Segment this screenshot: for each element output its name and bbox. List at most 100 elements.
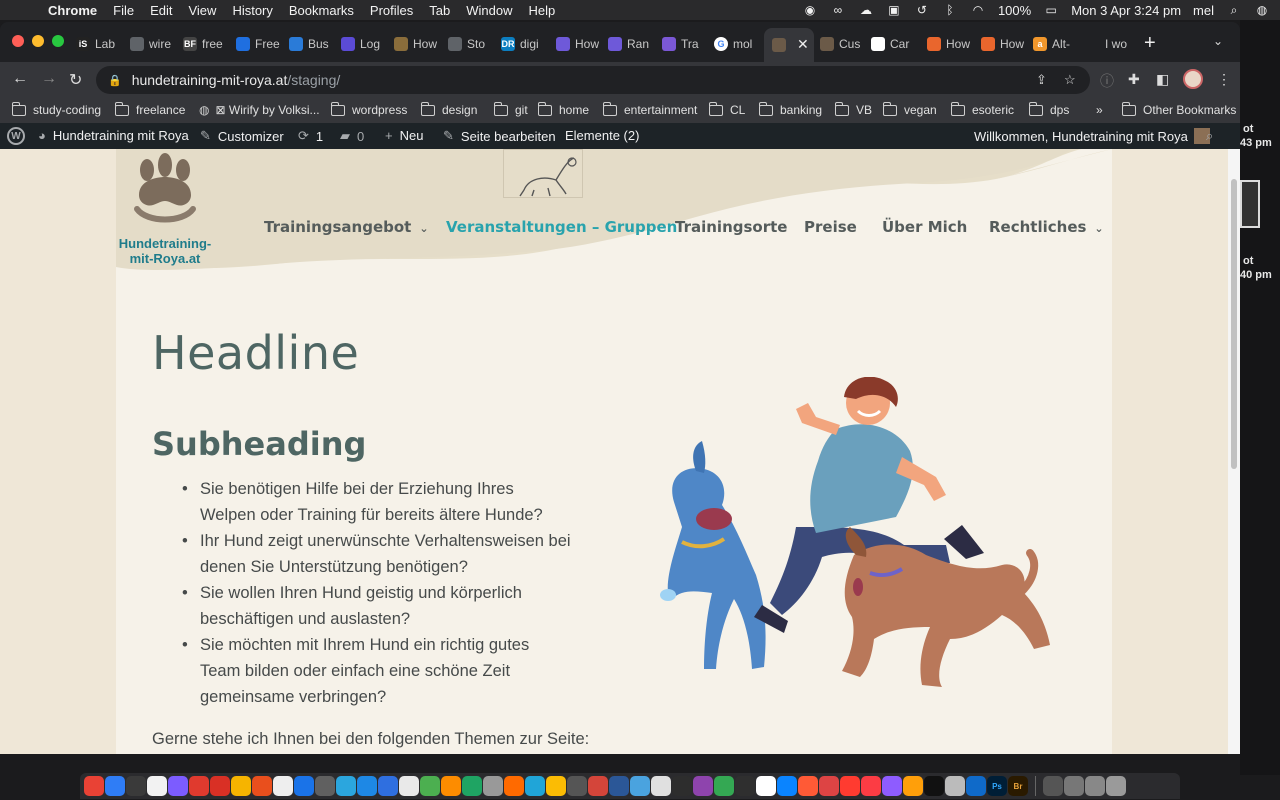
creative-cloud-icon[interactable]: ∞ [830,3,846,17]
dock-app-icon[interactable] [483,776,503,796]
admin-customizer-link[interactable]: ✎ Customizer [200,128,284,144]
dock-app-icon[interactable] [273,776,293,796]
dock-app-icon[interactable] [840,776,860,796]
browser-tab[interactable]: How [927,30,973,58]
menu-tab[interactable]: Tab [429,3,450,18]
siri-icon[interactable]: ◍ [1254,3,1270,17]
dock-app-icon[interactable] [924,776,944,796]
dock-app-icon[interactable] [651,776,671,796]
menu-history[interactable]: History [232,3,272,18]
share-icon[interactable]: ⇪ [1036,72,1047,88]
menu-app-chrome[interactable]: Chrome [48,3,97,18]
battery-icon[interactable]: ▭ [1043,3,1059,17]
browser-tab[interactable]: BF free [183,30,229,58]
dock-app-icon[interactable] [525,776,545,796]
admin-account-link[interactable]: Willkommen, Hundetraining mit Roya [974,128,1210,144]
scrollbar-thumb[interactable] [1231,179,1237,469]
status-circle-icon[interactable]: ◉ [802,3,818,17]
admin-edit-page-link[interactable]: ✎ Seite bearbeiten [443,128,556,144]
bridge-icon[interactable]: Br [1008,776,1028,796]
dock-app-icon[interactable] [294,776,314,796]
address-bar[interactable]: 🔒 hundetraining-mit-roya.at/staging/ [96,66,1090,94]
browser-tab[interactable]: Cus [820,30,866,58]
browser-tab[interactable]: How [981,30,1027,58]
spotlight-search-icon[interactable]: ⌕ [1226,3,1242,17]
dock-app-icon[interactable] [567,776,587,796]
nav-ueber-mich[interactable]: Über Mich [882,218,967,236]
admin-comments-link[interactable]: ▰ 0 [340,128,364,144]
tab-search-chevron-icon[interactable]: ⌄ [1213,34,1223,48]
browser-tab[interactable]: Sto [448,30,494,58]
user-name[interactable]: mel [1193,3,1214,18]
back-arrow-icon[interactable]: ← [12,70,28,88]
bookmark-folder[interactable]: banking [759,101,822,117]
logo-text-line2[interactable]: mit-Roya.at [116,251,214,266]
dock-app-icon[interactable] [735,776,755,796]
dock-app-icon[interactable] [189,776,209,796]
bookmark-folder[interactable]: wordpress [331,101,407,117]
bookmark-folder[interactable]: esoteric [951,101,1014,117]
nav-rechtliches[interactable]: Rechtliches ⌄ [989,218,1104,236]
admin-site-link[interactable]: ◕ Hundetraining mit Roya [38,128,189,143]
dock-app-icon[interactable] [357,776,377,796]
dock-folder-icon[interactable] [1085,776,1105,796]
bookmark-folder[interactable]: home [538,101,589,117]
bookmark-link[interactable]: ◍ ⊠ Wirify by Volksi... [199,103,320,117]
browser-tab[interactable]: DR digi [501,30,547,58]
bookmark-star-icon[interactable]: ☆ [1064,72,1076,88]
dock-app-icon[interactable] [819,776,839,796]
desktop-screenshot-thumbnail[interactable] [1240,180,1260,228]
other-bookmarks-folder[interactable]: Other Bookmarks [1122,101,1236,117]
page-scrollbar[interactable] [1228,149,1240,754]
menu-help[interactable]: Help [529,3,556,18]
profile-avatar[interactable] [1183,69,1203,89]
bookmark-folder[interactable]: CL [709,101,745,117]
browser-tab[interactable]: How [556,30,602,58]
more-bookmarks-chevron[interactable]: » [1096,103,1103,117]
bookmark-folder[interactable]: dps [1029,101,1069,117]
extensions-puzzle-icon[interactable]: ✚ [1128,71,1140,88]
dock-app-icon[interactable] [693,776,713,796]
chevron-down-icon[interactable]: ⌄ [419,222,428,235]
dock-app-icon[interactable] [252,776,272,796]
dock-app-icon[interactable] [903,776,923,796]
nav-veranstaltungen-gruppen[interactable]: Veranstaltungen – Gruppen [446,218,677,236]
browser-tab[interactable]: Bus [289,30,335,58]
dock-app-icon[interactable] [105,776,125,796]
dock-app-icon[interactable] [231,776,251,796]
new-tab-button[interactable]: + [1144,32,1156,55]
menu-view[interactable]: View [188,3,216,18]
minimize-window-button[interactable] [32,35,44,47]
nav-preise[interactable]: Preise [804,218,857,236]
dock-app-icon[interactable] [420,776,440,796]
dock-app-icon[interactable] [210,776,230,796]
side-panel-icon[interactable]: ◧ [1156,71,1169,88]
dock-app-icon[interactable] [777,776,797,796]
time-machine-icon[interactable]: ↺ [914,3,930,17]
admin-search-icon[interactable]: ⌕ [1206,128,1213,144]
dock-app-icon[interactable] [966,776,986,796]
cloud-icon[interactable]: ☁ [858,3,874,17]
dock-app-icon[interactable] [441,776,461,796]
dock-folder-icon[interactable] [1064,776,1084,796]
bookmark-folder[interactable]: study-coding [12,101,101,117]
dock-app-icon[interactable] [546,776,566,796]
forward-arrow-icon[interactable]: → [41,70,57,88]
dock-app-icon[interactable] [756,776,776,796]
clock[interactable]: Mon 3 Apr 3:24 pm [1071,3,1181,18]
admin-updates-link[interactable]: ⟳ 1 [298,128,323,144]
dock-app-icon[interactable] [630,776,650,796]
dock-app-icon[interactable] [399,776,419,796]
wordpress-logo-icon[interactable]: W [7,127,25,145]
dock-app-icon[interactable] [168,776,188,796]
bookmark-folder[interactable]: freelance [115,101,185,117]
admin-elements-link[interactable]: Elemente (2) [565,128,639,143]
menu-bookmarks[interactable]: Bookmarks [289,3,354,18]
browser-tab[interactable]: Gmol [714,30,760,58]
dock-app-icon[interactable] [504,776,524,796]
close-tab-icon[interactable]: ✕ [797,36,809,53]
bookmark-folder[interactable]: git [494,101,528,117]
browser-tab[interactable]: Tra [662,30,708,58]
dock-app-icon[interactable] [798,776,818,796]
dock-app-icon[interactable] [861,776,881,796]
